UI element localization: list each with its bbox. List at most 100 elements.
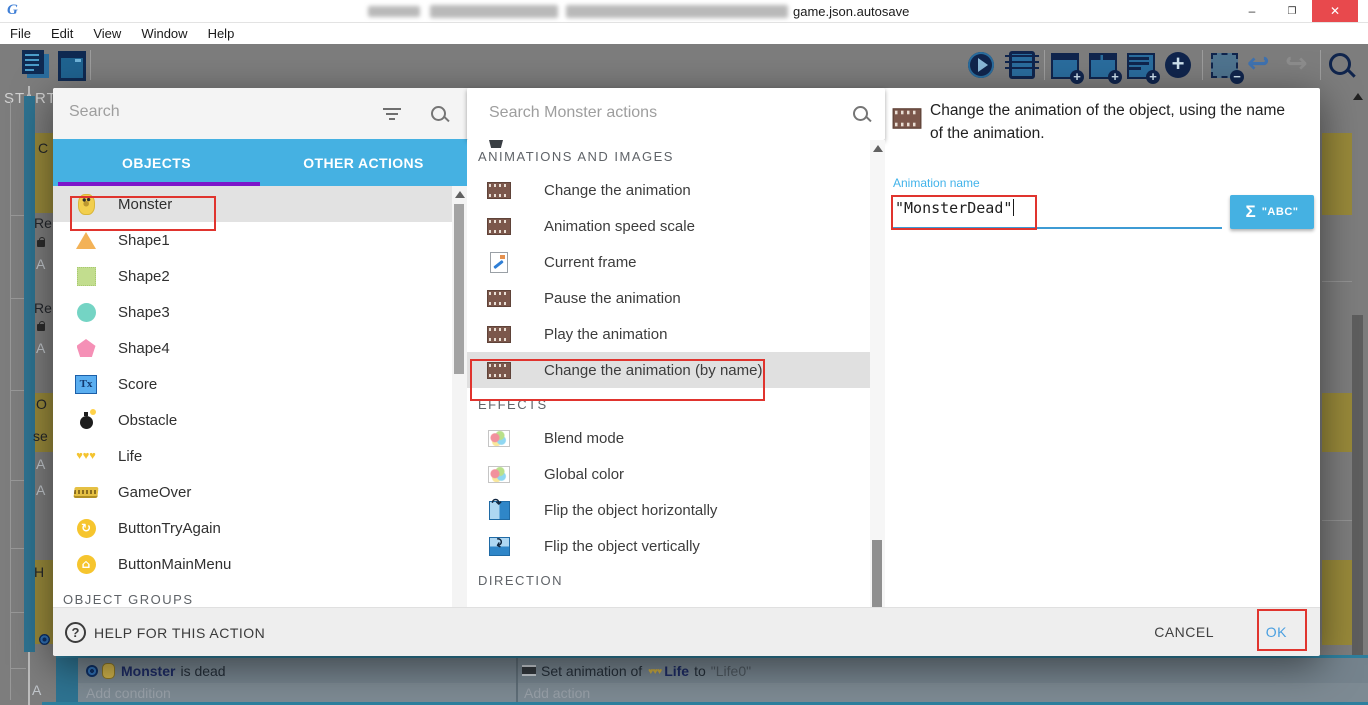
ic-circle-gold-icon xyxy=(77,519,96,538)
condition-object-name: Monster xyxy=(121,663,175,679)
actions-scrollbar[interactable] xyxy=(870,140,885,655)
monster-object-icon xyxy=(102,663,115,679)
object-item-life[interactable]: Life xyxy=(53,438,452,474)
ic-frame-icon xyxy=(490,252,508,273)
action-search-input[interactable] xyxy=(487,103,781,123)
action-search-bar xyxy=(467,88,885,140)
help-link[interactable]: HELP FOR THIS ACTION xyxy=(94,625,265,641)
add-action-label: Add action xyxy=(524,685,590,701)
object-label: GameOver xyxy=(118,484,191,501)
project-manager-icon[interactable] xyxy=(27,54,49,78)
expression-button-label: "ABC" xyxy=(1262,206,1299,218)
objects-list: MonsterShape1Shape2Shape3 Shape4 Score Obst… xyxy=(53,186,452,655)
object-item-monster[interactable]: Monster xyxy=(53,186,452,222)
object-item-gameover[interactable]: GameOver xyxy=(53,474,452,510)
add-circle-icon[interactable]: + xyxy=(1165,52,1191,78)
ic-score-icon xyxy=(75,375,97,394)
object-item-buttonmainmenu[interactable]: ButtonMainMenu xyxy=(53,546,452,582)
menu-file[interactable]: File xyxy=(0,23,41,44)
scrollbar-up-icon[interactable] xyxy=(455,191,465,198)
menu-window[interactable]: Window xyxy=(131,23,197,44)
add-event-icon[interactable] xyxy=(1051,53,1079,79)
objects-scrollbar[interactable] xyxy=(452,186,467,655)
event-action-cell[interactable]: Set animation of ♥♥♥ Life to "Life0" Add… xyxy=(518,658,1368,702)
menu-edit[interactable]: Edit xyxy=(41,23,83,44)
add-comment-icon[interactable] xyxy=(1127,53,1155,79)
action-item-flip-the-object-vertically[interactable]: Flip the object vertically xyxy=(467,528,870,564)
object-label: Shape4 xyxy=(118,340,170,357)
action-label: Pause the animation xyxy=(544,290,681,307)
object-search-bar xyxy=(53,88,467,140)
event-tree-stub xyxy=(10,668,26,669)
ic-tri-icon xyxy=(76,232,96,249)
comment-block-fragment xyxy=(1322,133,1352,215)
action-item-current-frame[interactable]: Current frame xyxy=(467,244,870,280)
row-separator-fragment xyxy=(1322,520,1352,521)
action-item-change-the-animation[interactable]: Change the animation xyxy=(467,172,870,208)
close-button[interactable]: ✕ xyxy=(1312,0,1358,22)
event-sheet-scrollbar[interactable] xyxy=(1352,315,1363,705)
object-item-score[interactable]: Score xyxy=(53,366,452,402)
ic-cir-icon xyxy=(77,303,96,322)
restore-button[interactable]: ❐ xyxy=(1272,0,1312,22)
condition-icon-fragment xyxy=(37,240,45,247)
object-label: Score xyxy=(118,376,157,393)
remove-event-icon[interactable] xyxy=(1211,53,1238,78)
ic-life-icon xyxy=(76,450,96,462)
search-icon[interactable] xyxy=(1329,53,1351,75)
selector-tabs: OBJECTS OTHER ACTIONS xyxy=(53,139,467,186)
scrollbar-up-icon[interactable] xyxy=(873,145,883,152)
tab-other-actions[interactable]: OTHER ACTIONS xyxy=(260,139,467,186)
scrollbar-thumb[interactable] xyxy=(454,204,464,374)
object-search-input[interactable] xyxy=(67,102,361,122)
action-item-blend-mode[interactable]: Blend mode xyxy=(467,420,870,456)
menu-view[interactable]: View xyxy=(83,23,131,44)
object-item-shape4[interactable]: Shape4 xyxy=(53,330,452,366)
ok-button[interactable]: OK xyxy=(1266,624,1287,640)
clipped-item-fragment xyxy=(489,140,503,148)
redo-icon[interactable]: ↪ xyxy=(1285,50,1308,77)
scrollbar-up-icon[interactable] xyxy=(1353,93,1363,100)
add-subevent-icon[interactable] xyxy=(1089,53,1117,79)
event-text-fragment: A xyxy=(36,456,45,472)
filter-icon[interactable] xyxy=(383,107,401,121)
toolbar-separator xyxy=(90,50,91,80)
action-item-global-color[interactable]: Global color xyxy=(467,456,870,492)
animation-name-input[interactable]: "MonsterDead" xyxy=(895,199,1014,217)
play-icon[interactable] xyxy=(968,52,994,78)
add-condition-button[interactable]: Add condition xyxy=(78,683,516,702)
object-item-shape3[interactable]: Shape3 xyxy=(53,294,452,330)
help-icon[interactable]: ? xyxy=(65,622,86,643)
action-item-play-the-animation[interactable]: Play the animation xyxy=(467,316,870,352)
object-label: ButtonMainMenu xyxy=(118,556,231,573)
tab-objects[interactable]: OBJECTS xyxy=(53,139,260,186)
cancel-button[interactable]: CANCEL xyxy=(1154,624,1214,640)
minimize-button[interactable]: – xyxy=(1232,0,1272,22)
scene-window-icon[interactable] xyxy=(58,51,86,81)
toolbar-separator xyxy=(1202,50,1203,80)
search-icon[interactable] xyxy=(431,106,446,121)
event-text-fragment: A xyxy=(32,682,41,698)
actions-list: ANIMATIONS AND IMAGESChange the animatio… xyxy=(467,140,870,655)
event-text-fragment: A xyxy=(36,482,45,498)
add-action-button[interactable]: Add action xyxy=(518,683,1368,702)
object-item-obstacle[interactable]: Obstacle xyxy=(53,402,452,438)
menu-help[interactable]: Help xyxy=(198,23,245,44)
undo-icon[interactable]: ↩ xyxy=(1247,50,1270,77)
action-item-change-the-animation-by-name-[interactable]: Change the animation (by name) xyxy=(467,352,870,388)
expression-editor-button[interactable]: Σ "ABC" xyxy=(1230,195,1314,229)
action-item-pause-the-animation[interactable]: Pause the animation xyxy=(467,280,870,316)
object-item-shape2[interactable]: Shape2 xyxy=(53,258,452,294)
debug-icon[interactable] xyxy=(1009,51,1035,79)
object-item-shape1[interactable]: Shape1 xyxy=(53,222,452,258)
action-prefix: Set animation of xyxy=(541,663,642,679)
ic-colors-icon xyxy=(488,430,510,447)
object-item-buttontryagain[interactable]: ButtonTryAgain xyxy=(53,510,452,546)
search-icon[interactable] xyxy=(853,106,868,121)
event-condition-cell[interactable]: Monster is dead Add condition xyxy=(78,658,516,702)
comment-block-fragment xyxy=(1322,393,1352,452)
event-text-fragment: A xyxy=(36,256,45,272)
action-item-animation-speed-scale[interactable]: Animation speed scale xyxy=(467,208,870,244)
action-item-flip-the-object-horizontally[interactable]: Flip the object horizontally xyxy=(467,492,870,528)
section-header-direction: DIRECTION xyxy=(467,564,870,596)
